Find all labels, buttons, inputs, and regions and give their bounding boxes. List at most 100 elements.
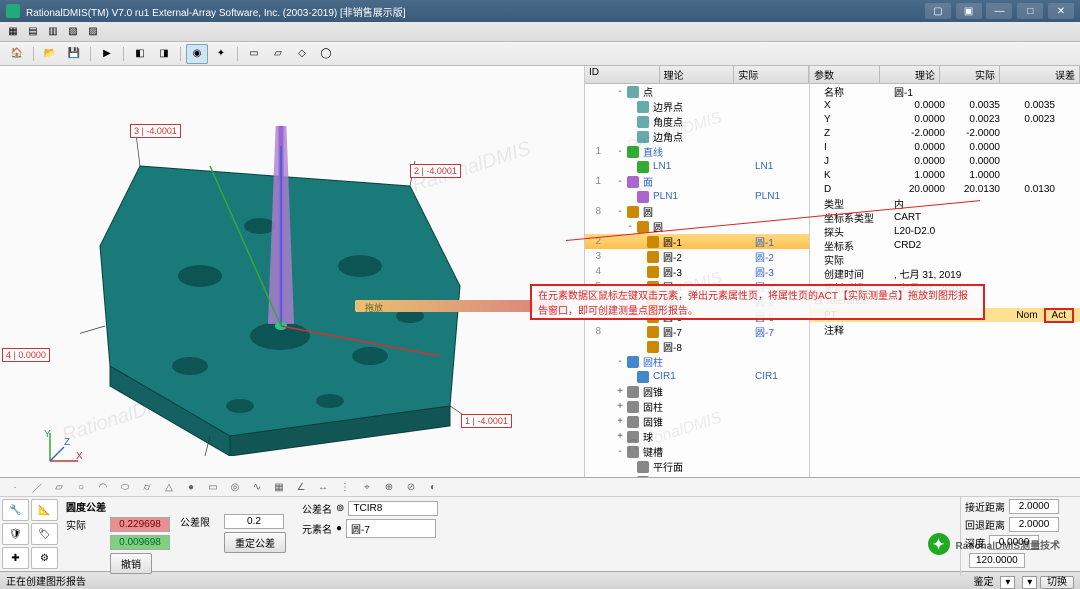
cylinder-icon[interactable]: ⌭ xyxy=(138,478,156,496)
tree-row[interactable]: 3圆-2圆-2 xyxy=(585,249,809,264)
property-panel: 参数 理论 实际 误差 名称圆-1X0.00000.00350.0035Y0.0… xyxy=(810,66,1080,477)
tree-row[interactable]: 1-直线 xyxy=(585,144,809,159)
pattern-icon[interactable]: ⋮ xyxy=(336,478,354,496)
cone-icon[interactable]: △ xyxy=(160,478,178,496)
surface-icon[interactable]: ▦ xyxy=(270,478,288,496)
tree-row[interactable]: CIR1CIR1 xyxy=(585,369,809,384)
tree-row[interactable]: 2圆-1圆-1 xyxy=(585,234,809,249)
plane-icon[interactable]: ▱ xyxy=(50,478,68,496)
tree-row[interactable]: 边界点 xyxy=(585,99,809,114)
tree-row[interactable]: -点 xyxy=(585,84,809,99)
instruction-callout: 在元素数据区鼠标左键双击元素，弹出元素属性页，将属性页的ACT【实际测量点】拖放… xyxy=(530,284,985,320)
panel-toggle-5-icon[interactable]: ▨ xyxy=(84,24,102,40)
feature-3-button[interactable]: ◇ xyxy=(291,44,313,64)
cad-viewport[interactable]: RationalDMIS RationalDMIS xyxy=(0,66,585,477)
tree-body[interactable]: RationalDMIS RationalDMIS RationalDMIS -… xyxy=(585,84,809,477)
torus-icon[interactable]: ◎ xyxy=(226,478,244,496)
main-toolbar: 🏠 📂 💾 ▶ ◧ ◨ ◉ ✦ ▭ ▱ ◇ ◯ xyxy=(0,42,1080,66)
feature-2-button[interactable]: ▱ xyxy=(267,44,289,64)
arc-icon[interactable]: ◠ xyxy=(94,478,112,496)
tree-row[interactable]: 1-面 xyxy=(585,174,809,189)
distance-params: 接近距离2.0000 回退距离2.0000 深度0.0000 120.0000 xyxy=(960,497,1080,576)
crs-button[interactable]: ✦ xyxy=(210,44,232,64)
panel-toggle-3-icon[interactable]: ▥ xyxy=(44,24,62,40)
palette-1-icon[interactable]: 🔧 xyxy=(2,499,29,521)
feature-4-button[interactable]: ◯ xyxy=(315,44,337,64)
tree-row[interactable]: 4圆-3圆-3 xyxy=(585,264,809,279)
panel-toggle-2-icon[interactable]: ▤ xyxy=(24,24,42,40)
close-button[interactable]: ✕ xyxy=(1048,3,1074,19)
tree-row[interactable]: -圆柱 xyxy=(585,354,809,369)
misc-3-icon[interactable]: ◐ xyxy=(424,478,442,496)
property-row: 注释 xyxy=(810,322,1080,336)
curve-icon[interactable]: ∿ xyxy=(248,478,266,496)
tolname-select[interactable]: TCIR8 xyxy=(348,501,438,516)
open-button[interactable]: 📂 xyxy=(39,44,61,64)
property-row: 名称圆-1 xyxy=(810,84,1080,98)
retract-dist-value[interactable]: 2.0000 xyxy=(1009,517,1059,532)
dimension-label[interactable]: 2 | -4.0001 xyxy=(410,164,461,178)
palette-4-icon[interactable]: 🏷 xyxy=(31,523,58,545)
misc-1-icon[interactable]: ⊕ xyxy=(380,478,398,496)
view-1-button[interactable]: ◧ xyxy=(129,44,151,64)
approach-dist-value[interactable]: 2.0000 xyxy=(1009,499,1059,514)
tree-row[interactable]: +固柱 xyxy=(585,399,809,414)
minimize-button[interactable]: — xyxy=(986,3,1012,19)
feature-1-button[interactable]: ▭ xyxy=(243,44,265,64)
panel-toggle-1-icon[interactable]: ▦ xyxy=(4,24,22,40)
point-icon[interactable]: · xyxy=(6,478,24,496)
gdt-icon[interactable]: ⌖ xyxy=(358,478,376,496)
property-body[interactable]: 名称圆-1X0.00000.00350.0035Y0.00000.00230.0… xyxy=(810,84,1080,477)
tree-row[interactable]: 8-圆 xyxy=(585,204,809,219)
probe-button[interactable]: ◉ xyxy=(186,44,208,64)
dimension-label[interactable]: 3 | -4.0001 xyxy=(130,124,181,138)
tree-row[interactable]: +固锥 xyxy=(585,414,809,429)
element-label: 元素名 xyxy=(302,521,332,536)
tree-row[interactable]: 圆-8 xyxy=(585,339,809,354)
tree-row[interactable]: +圆锥 xyxy=(585,384,809,399)
circle-icon[interactable]: ○ xyxy=(72,478,90,496)
distance-icon[interactable]: ↔ xyxy=(314,478,332,496)
element-select[interactable]: 圆-7 xyxy=(346,519,436,538)
dimension-label[interactable]: 4 | 0.0000 xyxy=(2,348,50,362)
angle-icon[interactable]: ∠ xyxy=(292,478,310,496)
status-select-2[interactable]: ▾ xyxy=(1022,576,1037,589)
palette-5-icon[interactable]: ✚ xyxy=(2,547,29,569)
palette-3-icon[interactable]: 🛡 xyxy=(2,523,29,545)
depth-value[interactable]: 0.0000 xyxy=(989,535,1039,550)
sphere-icon[interactable]: ● xyxy=(182,478,200,496)
run-button[interactable]: ▶ xyxy=(96,44,118,64)
tree-row[interactable]: PLN1PLN1 xyxy=(585,189,809,204)
tree-row[interactable]: 8圆-7圆-7 xyxy=(585,324,809,339)
palette-2-icon[interactable]: 📐 xyxy=(31,499,58,521)
extra-window-button-1[interactable]: ▢ xyxy=(925,3,951,19)
redefine-tol-button[interactable]: 重定公差 xyxy=(224,532,286,553)
line-icon[interactable]: ／ xyxy=(28,478,46,496)
tree-row[interactable]: 角度点 xyxy=(585,114,809,129)
axis-triad-icon: X Y Z xyxy=(42,429,82,469)
act-drag-source[interactable]: Act xyxy=(1044,308,1074,323)
slot-icon[interactable]: ▭ xyxy=(204,478,222,496)
panel-toggle-4-icon[interactable]: ▧ xyxy=(64,24,82,40)
toggle-button[interactable]: 切换 xyxy=(1040,576,1074,589)
tolerance-value[interactable]: 0.2 xyxy=(224,514,284,529)
property-row: 实际 xyxy=(810,252,1080,266)
tree-row[interactable]: -键槽 xyxy=(585,444,809,459)
extra-dist-value[interactable]: 120.0000 xyxy=(969,553,1025,568)
tree-row[interactable]: 曲线 xyxy=(585,474,809,477)
save-button[interactable]: 💾 xyxy=(63,44,85,64)
ellipse-icon[interactable]: ⬭ xyxy=(116,478,134,496)
status-select-1[interactable]: ▾ xyxy=(1000,576,1015,589)
undo-button[interactable]: 撤销 xyxy=(110,553,152,574)
tree-row[interactable]: LN1LN1 xyxy=(585,159,809,174)
extra-window-button-2[interactable]: ▣ xyxy=(956,3,982,19)
misc-2-icon[interactable]: ⊘ xyxy=(402,478,420,496)
palette-6-icon[interactable]: ⚙ xyxy=(31,547,58,569)
dimension-label[interactable]: 1 | -4.0001 xyxy=(461,414,512,428)
tree-row[interactable]: 平行面 xyxy=(585,459,809,474)
home-button[interactable]: 🏠 xyxy=(6,44,28,64)
tree-row[interactable]: 边角点 xyxy=(585,129,809,144)
maximize-button[interactable]: □ xyxy=(1017,3,1043,19)
view-2-button[interactable]: ◨ xyxy=(153,44,175,64)
tree-row[interactable]: +球 xyxy=(585,429,809,444)
